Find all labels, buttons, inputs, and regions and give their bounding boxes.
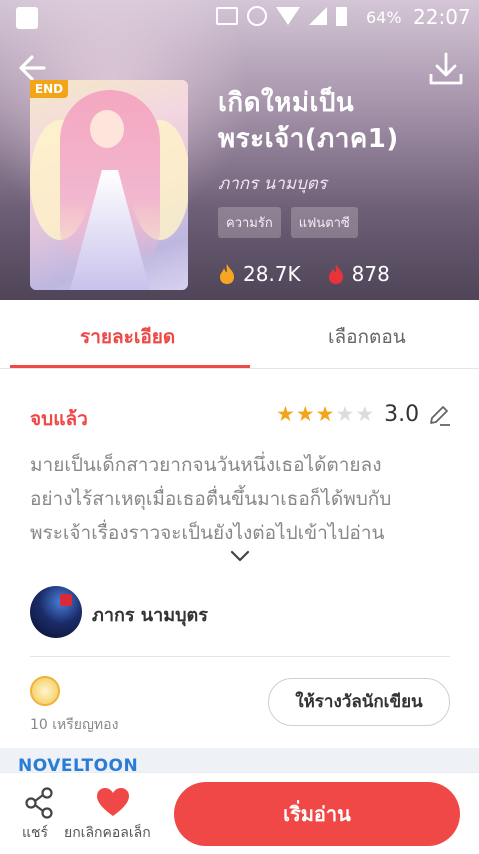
clock: 22:07	[413, 5, 471, 29]
end-badge: END	[30, 80, 68, 98]
start-reading-button[interactable]: เริ่มอ่าน	[174, 782, 460, 846]
book-header: 64% 22:07 END เกิดใหม่เป็น พระเจ้า(ภาค1)…	[0, 0, 479, 300]
alarm-icon	[247, 6, 267, 26]
author-row[interactable]: ภากร นามบุตร	[30, 586, 450, 638]
star-icon: ★	[276, 402, 295, 426]
download-icon	[429, 52, 463, 85]
gold-coin-icon	[30, 676, 60, 706]
author-name: ภากร นามบุตร	[92, 605, 208, 626]
cast-icon	[216, 7, 238, 25]
synopsis-line: มายเป็นเด็กสาวยากจนวันหนึ่งเธอได้ตายลง	[30, 454, 382, 476]
book-stats: 28.7K 878	[218, 262, 416, 286]
tab-bar: รายละเอียด เลือกตอน	[0, 300, 479, 368]
remove-collection-label: ยกเลิกคอลเล็ก	[64, 825, 151, 841]
genre-tag[interactable]: ความรัก	[218, 207, 281, 238]
book-cover[interactable]	[30, 80, 188, 290]
tab-chapters[interactable]: เลือกตอน	[328, 322, 406, 352]
book-title: เกิดใหม่เป็น พระเจ้า(ภาค1)	[218, 85, 468, 157]
gold-coin-count: 10 เหรียญทอง	[30, 717, 119, 733]
reward-author-button[interactable]: ให้รางวัลนักเขียน	[268, 678, 450, 726]
chevron-down-icon[interactable]	[228, 548, 252, 564]
completion-status: จบแล้ว	[30, 408, 88, 430]
divider	[0, 368, 479, 369]
flame-red-icon	[328, 264, 343, 284]
download-button[interactable]	[426, 50, 466, 90]
book-author: ภากร นามบุตร	[218, 174, 327, 194]
likes-stat: 878	[327, 262, 390, 286]
author-avatar[interactable]	[30, 586, 82, 638]
notification-icon	[16, 7, 38, 29]
synopsis-line: พระเจ้าเรื่องราวจะเป็นยังไงต่อไปเข้าไปอ่…	[30, 522, 385, 544]
heart-icon[interactable]	[96, 787, 130, 817]
star-icon: ★	[315, 402, 335, 426]
rating-stars: ★ ★ ★ ★ ★	[276, 404, 374, 425]
views-stat: 28.7K	[218, 262, 301, 286]
synopsis: มายเป็นเด็กสาวยากจนวันหนึ่งเธอได้ตายลง อ…	[30, 448, 455, 550]
star-empty-icon: ★	[335, 402, 355, 426]
divider	[30, 656, 450, 657]
likes-count: 878	[351, 262, 390, 286]
book-title-line: พระเจ้า(ภาค1)	[218, 124, 399, 154]
rating-value: 3.0	[384, 402, 420, 427]
synopsis-line: อย่างไร้สาเหตุเมื่อเธอตื่นขึ้นมาเธอก็ได้…	[30, 488, 392, 510]
flame-icon	[220, 264, 234, 284]
share-label: แชร์	[22, 825, 49, 841]
signal-icon	[309, 7, 327, 25]
battery-percent: 64%	[366, 8, 402, 27]
share-icon	[25, 787, 53, 819]
status-icons	[216, 6, 347, 26]
views-count: 28.7K	[243, 262, 301, 286]
star-empty-icon: ★	[355, 402, 375, 426]
star-icon: ★	[295, 402, 315, 426]
book-title-line: เกิดใหม่เป็น	[218, 88, 355, 118]
genre-tags: ความรัก แฟนตาซี	[218, 207, 358, 238]
rating: ★ ★ ★ ★ ★ 3.0	[276, 402, 451, 427]
status-bar: 64% 22:07	[0, 0, 479, 36]
battery-icon	[336, 6, 347, 26]
wifi-icon	[276, 7, 300, 25]
tab-detail[interactable]: รายละเอียด	[80, 322, 175, 352]
pencil-icon[interactable]	[427, 403, 451, 427]
genre-tag[interactable]: แฟนตาซี	[290, 207, 358, 238]
